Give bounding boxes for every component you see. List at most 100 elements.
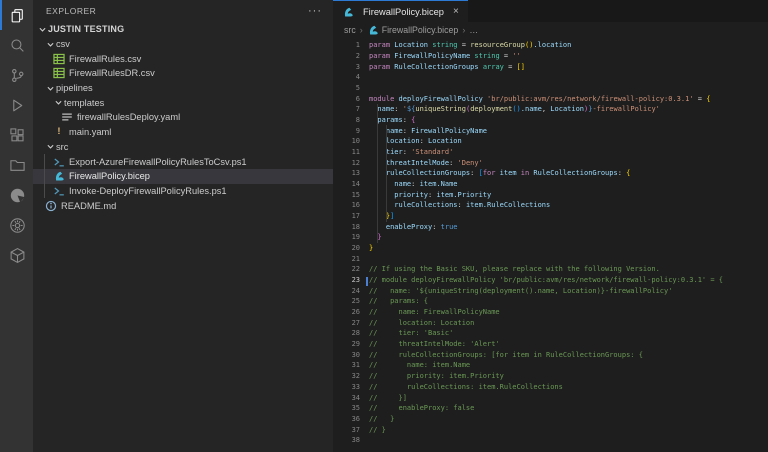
line-number[interactable]: 35 xyxy=(333,404,360,412)
line-number[interactable]: 2 xyxy=(333,52,360,60)
code-line-3[interactable]: 3param RuleCollectionGroups array = [] xyxy=(333,61,768,72)
activity-bar-item-folder[interactable] xyxy=(0,150,33,180)
line-number[interactable]: 32 xyxy=(333,372,360,380)
code-line-23[interactable]: 23// module deployFirewallPolicy 'br/pub… xyxy=(333,275,768,286)
line-number[interactable]: 23 xyxy=(333,276,360,284)
activity-bar-item-gear[interactable] xyxy=(0,210,33,240)
code-line-10[interactable]: 10 location: Location xyxy=(333,136,768,147)
code-line-28[interactable]: 28// tier: 'Basic' xyxy=(333,328,768,339)
activity-bar-item-package[interactable] xyxy=(0,240,33,270)
code-line-22[interactable]: 22// If using the Basic SKU, please repl… xyxy=(333,264,768,275)
activity-bar-item-source-control[interactable] xyxy=(0,60,33,90)
code-line-27[interactable]: 27// location: Location xyxy=(333,317,768,328)
line-number[interactable]: 38 xyxy=(333,436,360,444)
line-number[interactable]: 33 xyxy=(333,383,360,391)
code-line-33[interactable]: 33// ruleCollections: item.RuleCollectio… xyxy=(333,382,768,393)
tree-item-main-yaml[interactable]: !main.yaml xyxy=(33,125,333,140)
code-line-38[interactable]: 38 xyxy=(333,435,768,446)
line-number[interactable]: 27 xyxy=(333,319,360,327)
tree-item-pipelines[interactable]: pipelines xyxy=(33,81,333,96)
line-number[interactable]: 16 xyxy=(333,201,360,209)
close-icon[interactable]: × xyxy=(453,6,459,17)
line-number[interactable]: 29 xyxy=(333,340,360,348)
line-number[interactable]: 34 xyxy=(333,394,360,402)
line-number[interactable]: 9 xyxy=(333,127,360,135)
code-line-5[interactable]: 5 xyxy=(333,83,768,94)
code-line-15[interactable]: 15 priority: item.Priority xyxy=(333,189,768,200)
line-number[interactable]: 1 xyxy=(333,41,360,49)
code-line-30[interactable]: 30// ruleCollectionGroups: [for item in … xyxy=(333,349,768,360)
line-number[interactable]: 26 xyxy=(333,308,360,316)
tab-firewallpolicy-bicep[interactable]: FirewallPolicy.bicep × xyxy=(333,0,468,22)
more-actions-icon[interactable]: ··· xyxy=(308,8,322,14)
line-number[interactable]: 4 xyxy=(333,73,360,81)
line-number[interactable]: 22 xyxy=(333,265,360,273)
line-number[interactable]: 18 xyxy=(333,223,360,231)
activity-bar-item-extensions[interactable] xyxy=(0,120,33,150)
breadcrumb-item-src[interactable]: src xyxy=(344,25,356,35)
code-line-4[interactable]: 4 xyxy=(333,72,768,83)
line-number[interactable]: 8 xyxy=(333,116,360,124)
line-number[interactable]: 21 xyxy=(333,255,360,263)
line-number[interactable]: 25 xyxy=(333,297,360,305)
tree-item-justin-testing[interactable]: JUSTIN TESTING xyxy=(33,22,333,37)
line-number[interactable]: 7 xyxy=(333,105,360,113)
tree-item-export-azurefirewallpolicyrulestocsv-ps1[interactable]: Export-AzureFirewallPolicyRulesToCsv.ps1 xyxy=(33,154,333,169)
tree-item-readme-md[interactable]: README.md xyxy=(33,198,333,213)
line-number[interactable]: 17 xyxy=(333,212,360,220)
tree-item-firewallrulesdeploy-yaml[interactable]: firewallRulesDeploy.yaml xyxy=(33,110,333,125)
code-line-14[interactable]: 14 name: item.Name xyxy=(333,179,768,190)
line-number[interactable]: 31 xyxy=(333,361,360,369)
code-line-12[interactable]: 12 threatIntelMode: 'Deny' xyxy=(333,157,768,168)
code-line-21[interactable]: 21 xyxy=(333,253,768,264)
tree-item-firewallpolicy-bicep[interactable]: FirewallPolicy.bicep xyxy=(33,169,333,184)
code-line-37[interactable]: 37// } xyxy=(333,424,768,435)
line-number[interactable]: 13 xyxy=(333,169,360,177)
code-line-9[interactable]: 9 name: FirewallPolicyName xyxy=(333,125,768,136)
tree-item-invoke-deployfirewallpolicyrules-ps1[interactable]: Invoke-DeployFirewallPolicyRules.ps1 xyxy=(33,184,333,199)
line-number[interactable]: 15 xyxy=(333,191,360,199)
line-number[interactable]: 5 xyxy=(333,84,360,92)
line-number[interactable]: 6 xyxy=(333,95,360,103)
line-number[interactable]: 28 xyxy=(333,329,360,337)
code-line-29[interactable]: 29// threatIntelMode: 'Alert' xyxy=(333,339,768,350)
line-number[interactable]: 36 xyxy=(333,415,360,423)
code-line-19[interactable]: 19 } xyxy=(333,232,768,243)
code-line-36[interactable]: 36// } xyxy=(333,414,768,425)
code-line-25[interactable]: 25// params: { xyxy=(333,296,768,307)
code-line-6[interactable]: 6module deployFirewallPolicy 'br/public:… xyxy=(333,93,768,104)
code-line-18[interactable]: 18 enableProxy: true xyxy=(333,221,768,232)
code-editor[interactable]: 1param Location string = resourceGroup()… xyxy=(333,38,768,446)
line-number[interactable]: 20 xyxy=(333,244,360,252)
code-line-31[interactable]: 31// name: item.Name xyxy=(333,360,768,371)
line-number[interactable]: 30 xyxy=(333,351,360,359)
code-line-34[interactable]: 34// }] xyxy=(333,392,768,403)
line-number[interactable]: 24 xyxy=(333,287,360,295)
breadcrumb-item-firewallpolicy-bicep[interactable]: FirewallPolicy.bicep xyxy=(367,25,459,36)
code-line-24[interactable]: 24// name: '${uniqueString(deployment().… xyxy=(333,285,768,296)
code-line-20[interactable]: 20} xyxy=(333,243,768,254)
code-line-11[interactable]: 11 tier: 'Standard' xyxy=(333,147,768,158)
activity-bar-item-explorer[interactable] xyxy=(0,0,33,30)
code-line-35[interactable]: 35// enableProxy: false xyxy=(333,403,768,414)
code-line-26[interactable]: 26// name: FirewallPolicyName xyxy=(333,307,768,318)
tree-item-src[interactable]: src xyxy=(33,140,333,155)
line-number[interactable]: 37 xyxy=(333,426,360,434)
tree-item-csv[interactable]: csv xyxy=(33,37,333,52)
code-line-2[interactable]: 2param FirewallPolicyName string = '' xyxy=(333,51,768,62)
code-line-32[interactable]: 32// priority: item.Priority xyxy=(333,371,768,382)
activity-bar-item-run-debug[interactable] xyxy=(0,90,33,120)
line-number[interactable]: 11 xyxy=(333,148,360,156)
breadcrumb-item-[interactable]: … xyxy=(469,25,478,35)
line-number[interactable]: 14 xyxy=(333,180,360,188)
line-number[interactable]: 10 xyxy=(333,137,360,145)
activity-bar-item-search[interactable] xyxy=(0,30,33,60)
code-line-13[interactable]: 13 ruleCollectionGroups: [for item in Ru… xyxy=(333,168,768,179)
code-line-7[interactable]: 7 name: '${uniqueString(deployment().nam… xyxy=(333,104,768,115)
tree-item-firewallrulesdr-csv[interactable]: FirewallRulesDR.csv xyxy=(33,66,333,81)
line-number[interactable]: 19 xyxy=(333,233,360,241)
line-number[interactable]: 12 xyxy=(333,159,360,167)
code-line-16[interactable]: 16 ruleCollections: item.RuleCollections xyxy=(333,200,768,211)
activity-bar-item-azure[interactable] xyxy=(0,180,33,210)
tree-item-templates[interactable]: templates xyxy=(33,95,333,110)
